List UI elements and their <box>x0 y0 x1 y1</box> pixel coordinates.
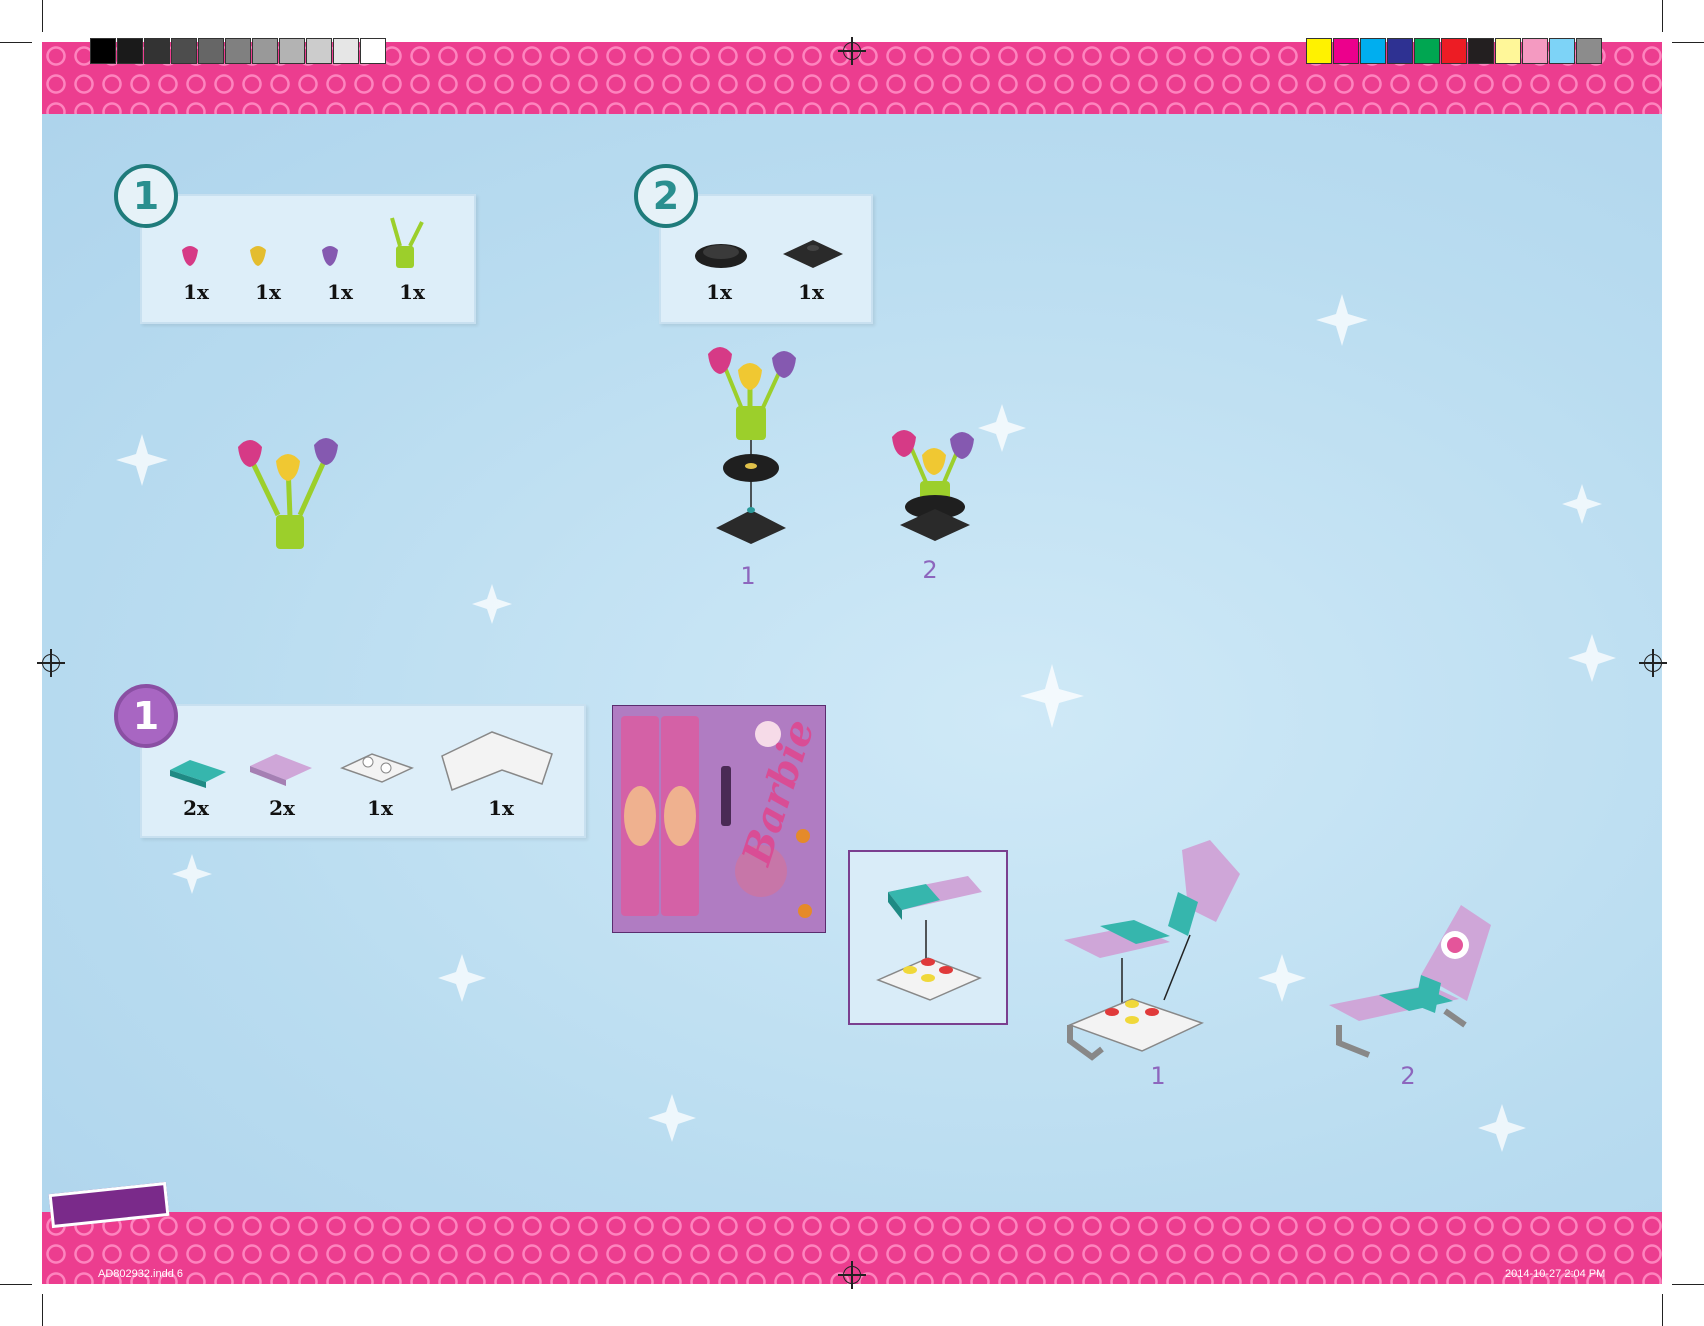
pink-flower-icon <box>182 246 198 266</box>
grayscale-swatch <box>90 38 116 64</box>
registration-mark-icon <box>838 37 866 65</box>
color-swatch <box>1549 38 1575 64</box>
part-quantity: 1x <box>255 280 281 304</box>
green-stem-icon <box>390 217 424 268</box>
vase-substep-2-illustration <box>892 430 974 541</box>
crop-mark <box>0 42 32 43</box>
lounger-substep-2-illustration <box>1329 905 1491 1058</box>
black-base-plate-icon <box>783 240 843 268</box>
grayscale-swatch <box>252 38 278 64</box>
lounger-substep-1-illustration <box>1064 840 1240 1061</box>
color-swatch <box>1414 38 1440 64</box>
color-swatch <box>1387 38 1413 64</box>
part-quantity: 1x <box>399 280 425 304</box>
teal-tile-icon <box>170 760 226 788</box>
vase-parts-art <box>695 240 843 268</box>
crop-mark <box>42 0 43 32</box>
grayscale-swatch <box>279 38 305 64</box>
black-dish-icon <box>695 244 747 268</box>
bouquet-assembly-illustration <box>238 438 338 549</box>
color-swatch <box>1306 38 1332 64</box>
part-quantity: 1x <box>488 796 514 820</box>
color-swatch <box>1360 38 1386 64</box>
registration-mark-icon <box>37 649 65 677</box>
registration-mark-icon <box>838 1261 866 1289</box>
white-lounger-frame-icon <box>441 731 553 792</box>
part-quantity: 2x <box>183 796 209 820</box>
yellow-flower-icon <box>250 246 266 266</box>
parts-panel-flowers <box>140 194 476 324</box>
crop-mark <box>0 1284 32 1285</box>
purple-flower-icon <box>322 246 338 266</box>
crop-mark <box>1672 42 1704 43</box>
part-quantity: 1x <box>798 280 824 304</box>
substep-number: 2 <box>922 556 938 584</box>
grayscale-swatch <box>117 38 143 64</box>
crop-mark <box>1672 1284 1704 1285</box>
color-swatch <box>1522 38 1548 64</box>
grayscale-swatch <box>225 38 251 64</box>
step-badge-lounger-1: 1 <box>114 684 178 748</box>
slug-timestamp: 2014-10-27 2:04 PM <box>1505 1268 1606 1280</box>
part-quantity: 1x <box>706 280 732 304</box>
part-quantity: 2x <box>269 796 295 820</box>
grayscale-swatch <box>306 38 332 64</box>
crop-mark <box>1662 0 1663 32</box>
callout-box <box>848 850 1008 1025</box>
callout-art <box>876 876 982 1001</box>
color-swatch <box>1441 38 1467 64</box>
color-swatch <box>1468 38 1494 64</box>
grayscale-swatch <box>360 38 386 64</box>
crop-mark <box>42 1294 43 1326</box>
part-quantity: 1x <box>367 796 393 820</box>
substep-number: 2 <box>1400 1062 1416 1090</box>
color-swatch <box>1576 38 1602 64</box>
substep-number: 1 <box>740 562 756 590</box>
step-badge-1: 1 <box>114 164 178 228</box>
white-hinge-plate-icon <box>340 753 414 783</box>
grayscale-swatch <box>333 38 359 64</box>
grayscale-swatch <box>198 38 224 64</box>
step-badge-2: 2 <box>634 164 698 228</box>
grayscale-swatch <box>171 38 197 64</box>
registration-mark-icon <box>1639 649 1667 677</box>
crop-mark <box>1662 1294 1663 1326</box>
substep-number: 1 <box>1150 1062 1166 1090</box>
part-quantity: 1x <box>327 280 353 304</box>
slug-filename: AD802932.indd 6 <box>98 1268 184 1280</box>
lilac-tile-icon <box>250 754 312 786</box>
barbie-sticker-sheet: Barbie <box>612 705 826 933</box>
grayscale-swatch <box>144 38 170 64</box>
part-quantity: 1x <box>183 280 209 304</box>
color-swatch <box>1495 38 1521 64</box>
vase-substep-1-illustration <box>708 347 796 544</box>
color-swatch <box>1333 38 1359 64</box>
